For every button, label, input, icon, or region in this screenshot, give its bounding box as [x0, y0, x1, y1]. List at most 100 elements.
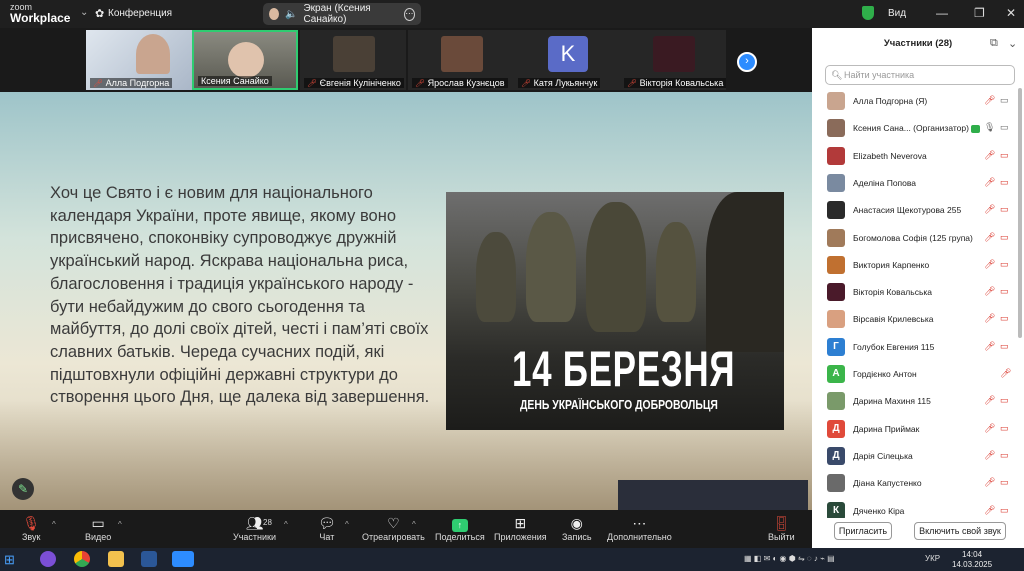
- poster-title: 14 БЕРЕЗНЯ: [512, 341, 736, 397]
- participant-row[interactable]: Вікторія Ковальська 🎤︎ ▭: [812, 279, 1024, 306]
- unmute-self-button[interactable]: Включить свой звук: [914, 522, 1006, 540]
- participant-row[interactable]: Elizabeth Neverova 🎤︎ ▭: [812, 143, 1024, 170]
- thumb-name: 🎤︎ Євгенія Кулініченко: [304, 78, 404, 88]
- thumb-name: 🎤︎ Алла Подгорна: [90, 78, 173, 88]
- audio-options-caret[interactable]: ^: [52, 520, 56, 529]
- participant-row[interactable]: Д Дарина Приймак 🎤︎ ▭: [812, 416, 1024, 443]
- viber-icon[interactable]: [40, 551, 56, 567]
- participant-name: Аделіна Попова: [853, 177, 917, 188]
- video-icon: ▭: [1000, 95, 1009, 105]
- chat-options-caret[interactable]: ^: [345, 520, 349, 529]
- video-off-icon: ▭: [1000, 231, 1009, 242]
- chevron-down-icon[interactable]: ⌄: [1008, 37, 1017, 50]
- file-explorer-icon[interactable]: [108, 551, 124, 567]
- react-options-caret[interactable]: ^: [412, 520, 416, 529]
- more-icon: ⋯: [632, 515, 647, 531]
- video-off-icon: ▭: [1000, 258, 1009, 269]
- participant-row[interactable]: К Дяченко Кіра 🎤︎ ▭: [812, 498, 1024, 518]
- apps-icon: ⊞: [514, 515, 527, 531]
- more-options-icon[interactable]: ⋯: [403, 7, 415, 21]
- participant-row[interactable]: Аделіна Попова 🎤︎ ▭: [812, 170, 1024, 197]
- participant-row[interactable]: Д Дарія Сілецька 🎤︎ ▭: [812, 443, 1024, 470]
- shared-screen: Хоч це Свято і є новим для національного…: [0, 92, 812, 510]
- close-icon[interactable]: ✕: [1006, 6, 1016, 20]
- thumb-name: 🎤︎ Вікторія Ковальська: [624, 78, 726, 88]
- participant-row[interactable]: Анастасия Щекотурова 255 🎤︎ ▭: [812, 197, 1024, 224]
- popout-icon[interactable]: ⧉: [990, 37, 998, 50]
- mic-muted-icon: 🎤︎: [984, 149, 996, 160]
- video-off-icon: ▭: [1000, 449, 1009, 460]
- view-menu[interactable]: Вид: [888, 8, 906, 19]
- poster-subtitle: ДЕНЬ УКРАЇНСЬКОГО ДОБРОВОЛЬЦЯ: [520, 397, 718, 412]
- start-icon[interactable]: ⊞: [4, 551, 20, 567]
- thumb-tile-active[interactable]: Ксения Санайко: [192, 30, 298, 90]
- avatar: [827, 228, 845, 247]
- search-icon: 🔍︎: [831, 70, 843, 80]
- avatar: [827, 255, 845, 274]
- restore-icon[interactable]: ❐: [974, 6, 985, 20]
- participant-name: Вікторія Ковальська: [853, 287, 933, 298]
- thumb-name: 🎤︎ Катя Лукьянчук: [518, 78, 601, 88]
- meeting-toolbar: 🎙︎ Звук ^ ▭ Видео ^ 👥︎ Участники 28 ^ 💬︎ Чат…: [0, 510, 812, 548]
- share-screen-icon: ↑: [435, 514, 485, 532]
- chat-button[interactable]: 💬︎ Чат: [318, 514, 336, 542]
- avatar: [827, 474, 845, 493]
- participant-row[interactable]: Діана Капустенко 🎤︎ ▭: [812, 470, 1024, 497]
- video-options-caret[interactable]: ^: [118, 520, 122, 529]
- keyboard-language[interactable]: УКР: [925, 554, 940, 563]
- thumb-tile[interactable]: 🎤︎ Ярослав Кузнєцов: [408, 30, 514, 90]
- zoom-logo: zoom Workplace: [10, 2, 71, 25]
- word-icon[interactable]: [141, 551, 157, 567]
- thumb-tile[interactable]: 🎤︎ Алла Подгорна: [86, 30, 192, 90]
- participant-row[interactable]: Алла Подгорна (Я) 🎤︎ ▭: [812, 88, 1024, 115]
- chrome-icon[interactable]: [74, 551, 90, 567]
- soldier-figure: [476, 232, 516, 322]
- participant-name: Богомолова Софія (125 група): [853, 232, 973, 243]
- record-button[interactable]: ◉ Запись: [562, 514, 592, 542]
- invite-button[interactable]: Пригласить: [834, 522, 892, 540]
- scrollbar[interactable]: [1018, 88, 1022, 338]
- zoom-taskbar-icon[interactable]: [172, 551, 194, 567]
- screen-share-indicator[interactable]: 🔈 Экран (Ксения Санайко) ⋯: [263, 3, 421, 25]
- participant-name: Elizabeth Neverova: [853, 150, 927, 161]
- audio-button[interactable]: 🎙︎ Звук: [22, 514, 40, 542]
- video-off-icon: ▭: [1000, 204, 1009, 215]
- video-button[interactable]: ▭ Видео: [85, 514, 111, 542]
- mic-muted-icon: 🎤︎: [984, 95, 996, 105]
- apps-button[interactable]: ⊞ Приложения: [494, 514, 547, 542]
- mic-muted-icon: 🎤︎: [93, 79, 104, 88]
- participant-row[interactable]: Г Голубок Евгения 115 🎤︎ ▭: [812, 334, 1024, 361]
- conference-label[interactable]: Конференция: [108, 8, 172, 19]
- thumb-tile[interactable]: K 🎤︎ Катя Лукьянчук: [514, 30, 620, 90]
- record-icon: ◉: [570, 515, 583, 531]
- tray-apps-icons[interactable]: ▦ ◧ ✉ ◐ ◉ ⬢ ⇋ ◌ ♪ ⌁ ▤: [744, 554, 835, 563]
- participant-row[interactable]: Богомолова Софія (125 група) 🎤︎ ▭: [812, 225, 1024, 252]
- system-clock[interactable]: 14:04 14.03.2025: [952, 550, 992, 570]
- share-button[interactable]: ↑ Поделиться: [435, 514, 485, 542]
- annotate-pencil-icon[interactable]: ✎: [12, 478, 34, 500]
- participants-options-caret[interactable]: ^: [284, 520, 288, 529]
- participant-row[interactable]: Виктория Карпенко 🎤︎ ▭: [812, 252, 1024, 279]
- participant-name: Дарина Махиня 115: [853, 396, 931, 407]
- chevron-down-icon[interactable]: ⌄: [80, 7, 88, 18]
- thumb-tile[interactable]: 🎤︎ Євгенія Кулініченко: [300, 30, 406, 90]
- minimize-icon[interactable]: —: [936, 6, 948, 20]
- security-shield-icon[interactable]: [862, 6, 874, 20]
- search-participant-input[interactable]: 🔍︎ Найти участника: [825, 65, 1015, 85]
- participants-count: 28: [263, 518, 272, 527]
- mic-muted-icon: 🎤︎: [984, 176, 996, 187]
- thumb-tile[interactable]: 🎤︎ Вікторія Ковальська: [620, 30, 726, 90]
- mic-muted-icon: 🎤︎: [627, 79, 638, 88]
- avatar: [827, 146, 845, 165]
- paw-icon[interactable]: ✿: [95, 7, 104, 20]
- participant-row[interactable]: Вірсавія Крилевська 🎤︎ ▭: [812, 306, 1024, 333]
- slide-corner-block: [618, 480, 808, 510]
- participant-row[interactable]: Дарина Махиня 115 🎤︎ ▭: [812, 388, 1024, 415]
- chat-icon: 💬︎: [318, 515, 336, 531]
- avatar: К: [827, 501, 845, 518]
- leave-button[interactable]: 🚪︎ Выйти: [768, 514, 795, 542]
- participant-row[interactable]: А Гордієнко Антон 🎤︎: [812, 361, 1024, 388]
- more-button[interactable]: ⋯ Дополнительно: [607, 514, 672, 542]
- participant-row[interactable]: Ксения Сана... (Организатор) 🎙︎ ▭: [812, 115, 1024, 142]
- next-page-button[interactable]: ›: [737, 52, 757, 72]
